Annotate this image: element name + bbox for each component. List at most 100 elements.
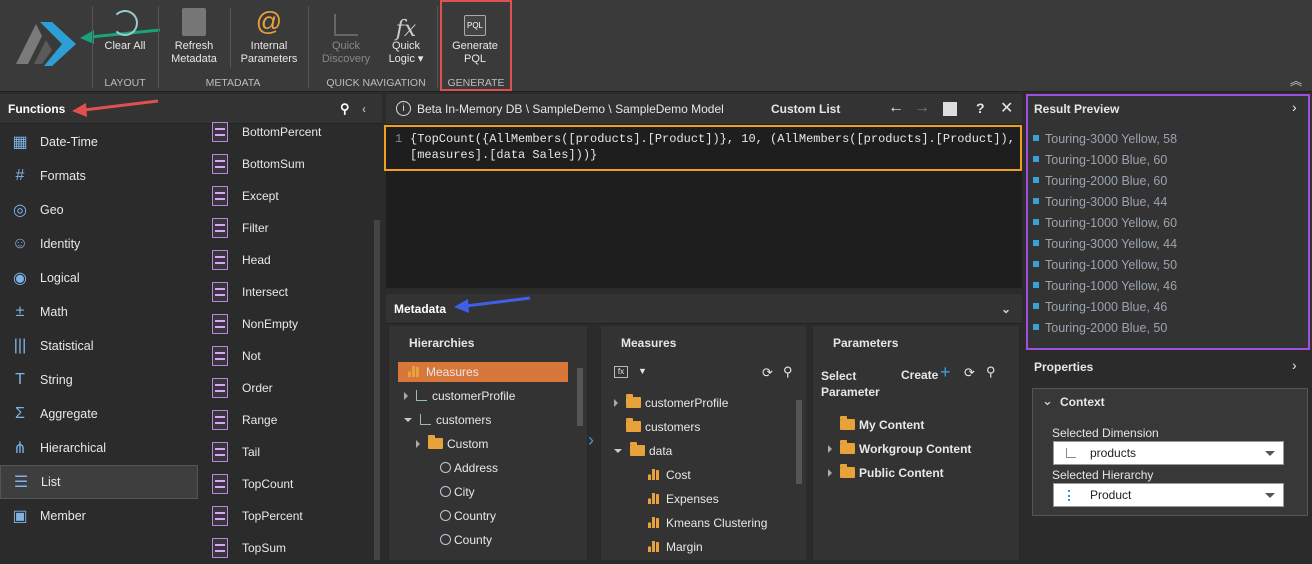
function-category-hierarchical[interactable]: ⋔ Hierarchical [0,431,198,465]
parameter-folder[interactable]: My Content [828,413,924,437]
chevron-down-icon[interactable]: ⌄ [1001,294,1011,324]
result-item: Touring-3000 Yellow, 58 [1033,129,1177,150]
function-category-string[interactable]: T String [0,363,198,397]
chevron-right-icon[interactable]: › [1292,99,1297,115]
collapse-ribbon-icon[interactable]: ︽ [1290,72,1302,89]
dimension-select[interactable]: products [1053,441,1284,465]
chevron-down-icon[interactable]: ⌄ [1042,393,1053,409]
function-item-except[interactable]: Except [202,180,372,212]
measure-item[interactable]: Expenses [636,487,719,511]
category-label: Geo [40,203,64,217]
hierarchy-item[interactable]: customers [404,408,491,432]
measure-item[interactable]: Margin [636,535,703,559]
parameter-folder[interactable]: Public Content [828,461,944,485]
function-item-topcount[interactable]: TopCount [202,468,372,500]
measures-scrollbar[interactable] [796,400,802,484]
save-icon[interactable] [943,102,957,116]
function-category-identity[interactable]: ☺ Identity [0,227,198,261]
collapse-arrow-icon[interactable] [404,418,412,422]
function-label: Order [242,381,273,395]
create-label[interactable]: Create [901,368,938,382]
hierarchy-item[interactable]: Country [432,504,496,528]
function-item-filter[interactable]: Filter [202,212,372,244]
ribbon-separator [230,8,231,68]
expand-arrow-icon[interactable] [828,469,832,477]
expand-arrow-icon[interactable] [828,445,832,453]
function-label: Filter [242,221,269,235]
info-icon[interactable]: i [396,101,411,116]
quick-logic-button[interactable]: fx Quick Logic ▾ [380,0,432,75]
forward-arrow-icon[interactable]: → [914,99,930,117]
function-item-toppercent[interactable]: TopPercent [202,500,372,532]
clear-all-button[interactable]: Clear All [96,0,154,75]
generate-pql-button[interactable]: PQL Generate PQL [442,0,508,75]
function-label: Range [242,413,278,427]
function-label: Head [242,253,271,267]
function-item-tail[interactable]: Tail [202,436,372,468]
function-category-logical[interactable]: ◉ Logical [0,261,198,295]
measure-item[interactable]: customerProfile [614,391,728,415]
function-category-date-time[interactable]: ▦ Date-Time [0,125,198,159]
formula-icon[interactable]: fx [614,366,628,378]
function-item-bottomsum[interactable]: BottomSum [202,148,372,180]
dropdown-caret-icon[interactable]: ▼ [638,366,647,376]
function-category-statistical[interactable]: ||| Statistical [0,329,198,363]
expand-arrow-icon[interactable]: › [588,430,594,451]
measure-item[interactable]: Cost [636,463,691,487]
category-icon: Σ [15,405,25,422]
function-label: NonEmpty [242,317,299,331]
function-category-math[interactable]: ± Math [0,295,198,329]
hierarchy-item[interactable]: Measures [400,360,479,384]
context-title: Context [1060,395,1105,409]
function-item-bottompercent[interactable]: BottomPercent [202,116,372,148]
hierarchy-select[interactable]: Product [1053,483,1284,507]
hierarchy-item[interactable]: Address [432,456,498,480]
function-item-range[interactable]: Range [202,404,372,436]
close-icon[interactable]: ✕ [1000,98,1013,118]
function-category-formats[interactable]: # Formats [0,159,198,193]
expand-arrow-icon[interactable] [416,440,420,448]
group-layout: LAYOUT [104,77,146,89]
function-category-list[interactable]: ☰ List [0,465,198,499]
collapse-arrow-icon[interactable] [614,449,622,453]
hierarchy-item[interactable]: County [432,528,492,552]
hierarchy-item[interactable]: City [432,480,475,504]
back-arrow-icon[interactable]: ← [888,99,904,117]
function-category-aggregate[interactable]: Σ Aggregate [0,397,198,431]
search-icon[interactable]: ⚲ [986,364,996,380]
refresh-metadata-button[interactable]: Refresh Metadata [164,0,224,75]
function-item-head[interactable]: Head [202,244,372,276]
list-function-icon [212,282,228,302]
expand-arrow-icon[interactable] [614,399,618,407]
function-item-topsum[interactable]: TopSum [202,532,372,564]
category-label: Math [40,305,68,319]
chevron-right-icon[interactable]: › [1292,357,1297,373]
search-icon[interactable]: ⚲ [783,364,793,380]
measure-item[interactable]: customers [614,415,700,439]
function-category-geo[interactable]: ◎ Geo [0,193,198,227]
function-item-intersect[interactable]: Intersect [202,276,372,308]
quick-discovery-button[interactable]: Quick Discovery [316,0,376,75]
function-item-nonempty[interactable]: NonEmpty [202,308,372,340]
hierarchy-item[interactable]: Custom [416,432,488,456]
function-label: Except [242,189,279,203]
measure-item[interactable]: data [614,439,672,463]
parameter-folder[interactable]: Workgroup Content [828,437,971,461]
hierarchy-item[interactable]: customerProfile [404,384,515,408]
hierarchies-scrollbar[interactable] [577,368,583,426]
category-label: String [40,373,73,387]
category-label: Logical [40,271,80,285]
list-function-icon [212,538,228,558]
function-item-not[interactable]: Not [202,340,372,372]
refresh-icon[interactable]: ⟳ [762,365,773,381]
function-list-scrollbar[interactable] [374,220,380,560]
help-icon[interactable]: ? [976,100,985,116]
measure-item[interactable]: Kmeans Clustering [636,511,767,535]
globe-icon [440,510,451,521]
refresh-icon[interactable]: ⟳ [964,365,975,381]
internal-parameters-button[interactable]: @ Internal Parameters [236,0,302,75]
function-category-member[interactable]: ▣ Member [0,499,198,533]
expand-arrow-icon[interactable] [404,392,408,400]
function-item-order[interactable]: Order [202,372,372,404]
plus-icon[interactable]: + [940,362,951,383]
